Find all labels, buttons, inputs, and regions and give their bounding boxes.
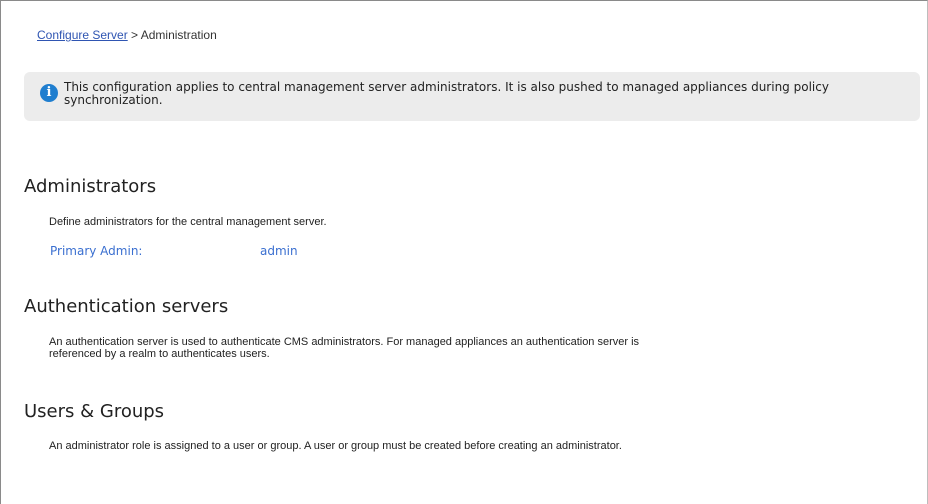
primary-admin-label: Primary Admin: bbox=[50, 244, 143, 258]
administrators-description: Define administrators for the central ma… bbox=[49, 216, 327, 228]
users-groups-description: An administrator role is assigned to a u… bbox=[49, 440, 622, 452]
info-banner: i This configuration applies to central … bbox=[24, 72, 920, 121]
administrators-heading: Administrators bbox=[24, 176, 157, 197]
auth-servers-description: An authentication server is used to auth… bbox=[49, 336, 640, 360]
breadcrumb-separator: > bbox=[127, 28, 141, 42]
auth-servers-heading: Authentication servers bbox=[24, 296, 229, 317]
users-groups-heading: Users & Groups bbox=[24, 401, 165, 422]
breadcrumb: Configure Server > Administration bbox=[37, 28, 217, 42]
breadcrumb-current: Administration bbox=[140, 28, 217, 42]
page-frame: Configure Server > Administration i This… bbox=[0, 0, 928, 504]
info-banner-text: This configuration applies to central ma… bbox=[64, 80, 829, 107]
primary-admin-link[interactable]: admin bbox=[260, 244, 298, 258]
info-icon: i bbox=[40, 84, 58, 102]
breadcrumb-link-configure-server[interactable]: Configure Server bbox=[37, 28, 128, 42]
